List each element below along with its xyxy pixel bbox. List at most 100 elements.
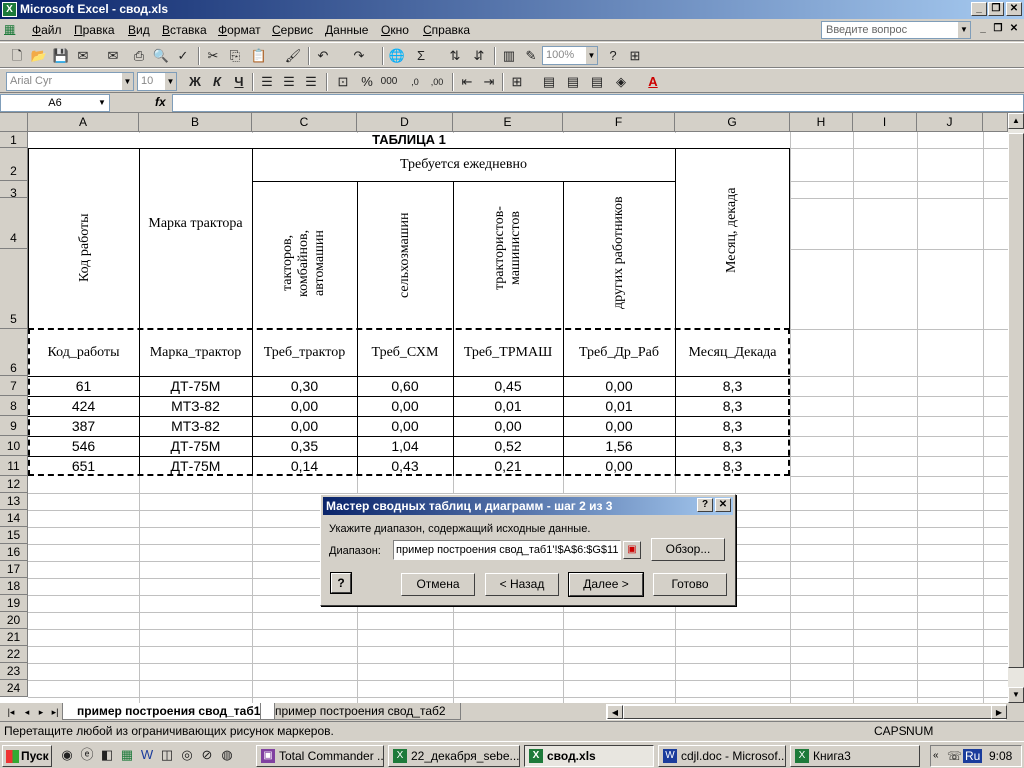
doc-restore-button[interactable]: ❐ <box>990 23 1006 37</box>
col-header-e[interactable]: E <box>453 113 563 132</box>
cell-style-icon[interactable]: ▤ <box>564 73 582 91</box>
name-box[interactable]: A6 ▼ <box>0 94 110 112</box>
help-icon[interactable]: ? <box>604 47 622 65</box>
range-input[interactable]: пример построения свод_таб1'!$A$6:$G$11 <box>393 540 621 560</box>
collapse-dialog-icon[interactable]: ▣ <box>623 541 641 559</box>
print-icon[interactable]: ⎙ <box>130 47 148 65</box>
chevron-down-icon[interactable]: ▼ <box>958 22 970 38</box>
align-center-icon[interactable]: ☰ <box>280 73 298 91</box>
underline-icon[interactable]: Ч <box>230 73 248 91</box>
col-header-f[interactable]: F <box>563 113 675 132</box>
fill-color-icon[interactable]: ◈ <box>612 73 630 91</box>
row-header-1[interactable]: 1 <box>0 132 28 148</box>
network-icon[interactable]: ☏ <box>947 746 962 766</box>
borders-icon[interactable]: ⊞ <box>508 73 526 91</box>
bold-icon[interactable]: Ж <box>186 73 204 91</box>
cell-style-icon[interactable]: ▤ <box>540 73 558 91</box>
format-painter-icon[interactable]: 🖌 <box>284 47 302 65</box>
restore-button[interactable]: ❐ <box>988 2 1004 16</box>
row-header-6[interactable]: 6 <box>0 329 28 376</box>
print-preview-icon[interactable]: 🔍 <box>152 47 170 65</box>
zoom-select[interactable]: 100% ▼ <box>542 46 598 65</box>
menu-help[interactable]: Справка <box>423 23 470 37</box>
save-icon[interactable]: 💾 <box>52 47 70 65</box>
col-header-g[interactable]: G <box>675 113 790 132</box>
formula-input[interactable] <box>172 94 1024 112</box>
task-svod-xls[interactable]: X свод.xls <box>524 745 654 767</box>
permission-icon[interactable]: ✉ <box>74 47 92 65</box>
sheet-tab-2[interactable]: пример построения свод_таб2 <box>260 703 461 720</box>
menu-tools[interactable]: Сервис <box>272 23 313 37</box>
row-header-11[interactable]: 11 <box>0 456 28 476</box>
cancel-button[interactable]: Отмена <box>401 573 475 596</box>
app-icon[interactable]: ◫ <box>158 746 176 764</box>
next-button[interactable]: Далее > <box>568 572 644 597</box>
email-icon[interactable]: ✉ <box>104 47 122 65</box>
prev-sheet-icon[interactable]: ◂ <box>20 705 34 719</box>
chart-wizard-icon[interactable]: ▥ <box>500 47 518 65</box>
next-sheet-icon[interactable]: ▸ <box>34 705 48 719</box>
merge-center-icon[interactable]: ⊡ <box>334 73 352 91</box>
sheet-tab-1[interactable]: пример построения свод_таб1 <box>62 703 276 720</box>
minimize-button[interactable]: _ <box>971 2 987 16</box>
row-header-4[interactable]: 4 <box>0 198 28 249</box>
row-header-17[interactable]: 17 <box>0 561 28 578</box>
decrease-decimal-icon[interactable]: ,00 <box>428 73 446 91</box>
col-header-k[interactable] <box>983 113 1008 132</box>
row-header-10[interactable]: 10 <box>0 436 28 456</box>
chevron-down-icon[interactable]: ▼ <box>164 73 176 90</box>
font-name-select[interactable]: Arial Cyr ▼ <box>6 72 134 91</box>
sort-descending-icon[interactable]: ⇵ <box>470 47 488 65</box>
row-header-8[interactable]: 8 <box>0 396 28 416</box>
cell-style-icon[interactable]: ▤ <box>588 73 606 91</box>
row-header-21[interactable]: 21 <box>0 629 28 646</box>
autosum-icon[interactable]: Σ <box>412 47 430 65</box>
chevron-down-icon[interactable]: ▼ <box>121 73 133 90</box>
folder-icon[interactable]: ◧ <box>98 746 116 764</box>
open-icon[interactable]: 📂 <box>30 47 48 65</box>
scroll-up-icon[interactable]: ▲ <box>1008 113 1024 129</box>
row-header-23[interactable]: 23 <box>0 663 28 680</box>
percent-icon[interactable]: % <box>358 73 376 91</box>
increase-indent-icon[interactable]: ⇥ <box>480 73 498 91</box>
col-header-i[interactable]: I <box>853 113 917 132</box>
chevron-down-icon[interactable]: ▼ <box>585 47 597 64</box>
media-icon[interactable]: ⊘ <box>198 746 216 764</box>
scroll-thumb[interactable] <box>623 705 993 719</box>
row-header-16[interactable]: 16 <box>0 544 28 561</box>
start-button[interactable]: Пуск <box>2 745 52 767</box>
align-right-icon[interactable]: ☰ <box>302 73 320 91</box>
excel-icon[interactable]: X <box>2 2 17 17</box>
spelling-icon[interactable]: ✓ <box>174 47 192 65</box>
font-size-select[interactable]: 10 ▼ <box>137 72 177 91</box>
dialog-help-icon[interactable]: ? <box>697 498 713 512</box>
task-total-commander[interactable]: ▣ Total Commander ... <box>256 745 384 767</box>
row-header-22[interactable]: 22 <box>0 646 28 663</box>
scroll-right-icon[interactable]: ▶ <box>991 705 1007 719</box>
menu-file[interactable]: Файл <box>32 23 62 37</box>
col-header-d[interactable]: D <box>357 113 453 132</box>
menu-view[interactable]: Вид <box>128 23 150 37</box>
question-input[interactable]: Введите вопрос ▼ <box>821 21 971 39</box>
increase-decimal-icon[interactable]: ,0 <box>406 73 424 91</box>
close-button[interactable]: ✕ <box>1006 2 1022 16</box>
app-icon[interactable]: ◎ <box>178 746 196 764</box>
decrease-indent-icon[interactable]: ⇤ <box>458 73 476 91</box>
first-sheet-icon[interactable]: |◂ <box>4 705 18 719</box>
ie-icon[interactable]: ⓔ <box>78 746 96 764</box>
hyperlink-icon[interactable]: 🌐 <box>388 47 406 65</box>
redo-icon[interactable]: ↷ <box>350 47 368 65</box>
help-icon[interactable]: ? <box>330 572 352 594</box>
language-indicator[interactable]: Ru <box>963 749 983 763</box>
row-header-14[interactable]: 14 <box>0 510 28 527</box>
col-header-j[interactable]: J <box>917 113 983 132</box>
task-excel-sebe[interactable]: X 22_декабря_sebe... <box>388 745 520 767</box>
align-left-icon[interactable]: ☰ <box>258 73 276 91</box>
back-button[interactable]: < Назад <box>485 573 559 596</box>
horizontal-scrollbar[interactable]: ◀ ▶ <box>606 704 1007 720</box>
row-header-12[interactable]: 12 <box>0 476 28 493</box>
row-header-19[interactable]: 19 <box>0 595 28 612</box>
browser-icon[interactable]: ◉ <box>58 746 76 764</box>
paste-icon[interactable]: 📋 <box>250 47 268 65</box>
expand-tray-icon[interactable]: « <box>933 746 939 766</box>
